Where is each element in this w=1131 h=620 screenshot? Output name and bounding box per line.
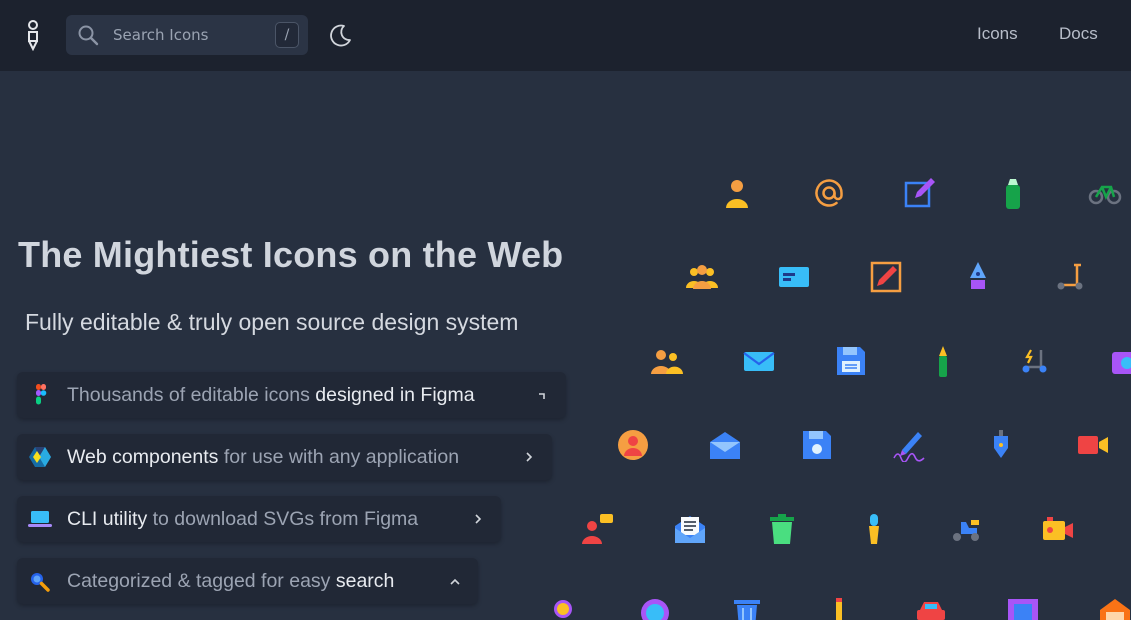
figma-icon	[36, 384, 47, 405]
camera-icon[interactable]	[1110, 344, 1131, 378]
feature-text: CLI utility to download SVGs from Figma	[67, 508, 418, 531]
feature-text: Thousands of editable icons designed in …	[67, 384, 475, 407]
users-group-icon[interactable]	[685, 260, 719, 294]
feature-text-part: for use with any application	[218, 446, 460, 468]
save-icon[interactable]	[834, 344, 868, 378]
feature-text-part: CLI utility	[67, 508, 148, 530]
edit-box-icon[interactable]	[869, 260, 903, 294]
search-placeholder: Search Icons	[113, 26, 209, 44]
bicycle-icon[interactable]	[1088, 176, 1122, 210]
feature-search[interactable]: Categorized & tagged for easy search	[17, 558, 478, 604]
feature-text-part: Web components	[67, 446, 219, 468]
feature-text-part: to download SVGs from Figma	[147, 508, 419, 530]
camcorder-icon[interactable]	[1041, 512, 1075, 546]
webcomponents-icon	[29, 447, 51, 467]
edit-square-icon[interactable]	[903, 176, 937, 210]
circle-icon[interactable]	[638, 596, 672, 620]
pen-nib-icon[interactable]	[926, 344, 960, 378]
user-avatar-icon[interactable]	[546, 596, 580, 620]
pen-tool-icon[interactable]	[984, 428, 1018, 462]
page-subtitle: Fully editable & truly open source desig…	[25, 309, 519, 335]
users-icon[interactable]	[650, 344, 684, 378]
laptop-icon	[28, 511, 52, 527]
feature-text: Categorized & tagged for easy search	[67, 570, 394, 593]
moon-icon[interactable]	[327, 23, 353, 49]
feature-text-part: search	[335, 570, 395, 592]
chevron-right-icon	[475, 514, 482, 524]
video-camera-icon[interactable]	[1076, 428, 1110, 462]
user-icon[interactable]	[720, 176, 754, 210]
search-shortcut-key: /	[275, 22, 299, 48]
feature-text: Web components for use with any applicat…	[67, 446, 459, 469]
feature-figma[interactable]: Thousands of editable icons designed in …	[17, 372, 566, 418]
trash-bin-icon[interactable]	[730, 596, 764, 620]
garage-icon[interactable]	[1098, 596, 1131, 620]
top-navbar: Search Icons / Icons Docs	[0, 0, 1131, 71]
fountain-pen-icon[interactable]	[961, 260, 995, 294]
mail-document-icon[interactable]	[673, 512, 707, 546]
trash-icon[interactable]	[765, 512, 799, 546]
at-sign-icon[interactable]	[812, 176, 846, 210]
mail-open-icon[interactable]	[708, 428, 742, 462]
user-chat-icon[interactable]	[581, 512, 615, 546]
electric-scooter-icon[interactable]	[1018, 344, 1052, 378]
marker-icon[interactable]	[996, 176, 1030, 210]
paintbrush-icon[interactable]	[857, 512, 891, 546]
user-circle-icon[interactable]	[616, 428, 650, 462]
page-title: The Mightiest Icons on the Web	[18, 234, 564, 275]
chevron-right-icon	[526, 452, 533, 462]
signature-icon[interactable]	[892, 428, 926, 462]
car-icon[interactable]	[914, 596, 948, 620]
feature-text-part: Categorized & tagged for easy	[67, 570, 336, 592]
chevron-up-icon	[450, 578, 460, 585]
search-icon	[78, 25, 99, 46]
nav-link-docs[interactable]: Docs	[1059, 24, 1098, 44]
corner-arrow-icon	[539, 393, 545, 399]
pencil-icon[interactable]	[822, 596, 856, 620]
feature-cli[interactable]: CLI utility to download SVGs from Figma	[17, 496, 501, 542]
mail-icon[interactable]	[742, 344, 776, 378]
search-box[interactable]: Search Icons /	[66, 15, 308, 55]
feature-text-part: Thousands of editable icons	[67, 384, 316, 406]
logo-icon[interactable]	[22, 19, 44, 51]
floppy-disk-icon[interactable]	[800, 428, 834, 462]
feature-web-components[interactable]: Web components for use with any applicat…	[17, 434, 552, 480]
feature-text-part: designed in Figma	[315, 384, 475, 406]
search-icon	[31, 573, 50, 592]
id-card-icon[interactable]	[777, 260, 811, 294]
nav-link-icons[interactable]: Icons	[977, 24, 1018, 44]
scooter-icon[interactable]	[1053, 260, 1087, 294]
moped-icon[interactable]	[949, 512, 983, 546]
film-icon[interactable]	[1006, 596, 1040, 620]
